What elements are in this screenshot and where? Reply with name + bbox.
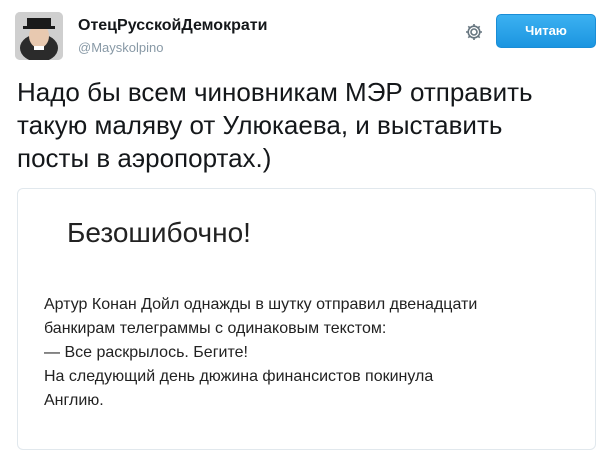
quote-card[interactable]: Безошибочно! Артур Конан Дойл однажды в …: [17, 188, 596, 450]
tweet-text: Надо бы всем чиновникам МЭР отправить та…: [17, 77, 533, 173]
card-body: Артур Конан Дойл однажды в шутку отправи…: [44, 296, 478, 409]
card-title: Безошибочно!: [67, 217, 251, 248]
tweet-header: ОтецРусскойДемократи @Mayskolpino Читаю: [0, 0, 604, 70]
gear-icon[interactable]: [464, 22, 484, 42]
username[interactable]: @Mayskolpino: [78, 40, 163, 55]
avatar-portrait-icon: [15, 12, 63, 60]
follow-button[interactable]: Читаю: [496, 14, 596, 48]
avatar[interactable]: [15, 12, 63, 60]
display-name[interactable]: ОтецРусскойДемократи: [78, 17, 267, 35]
